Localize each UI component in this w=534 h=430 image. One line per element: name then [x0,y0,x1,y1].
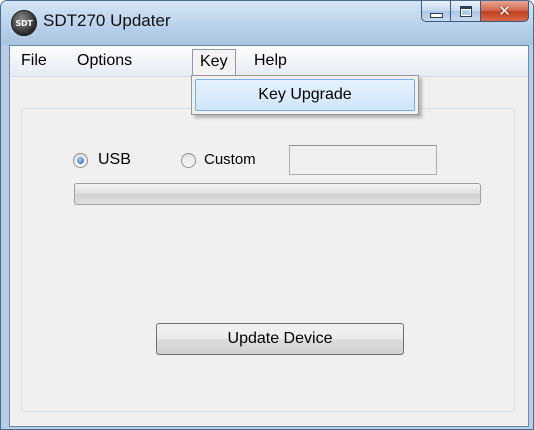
menu-options[interactable]: Options [70,49,139,72]
custom-radio-label[interactable]: Custom [204,151,256,169]
custom-port-input[interactable] [289,145,437,175]
menu-item-key-upgrade[interactable]: Key Upgrade [195,79,415,111]
update-progress-bar [74,183,481,205]
minimize-icon [429,12,443,18]
usb-radio[interactable] [73,153,88,168]
options-panel [21,108,515,412]
caption-buttons: ✕ [421,1,529,23]
menu-file[interactable]: File [14,49,54,72]
usb-radio-label[interactable]: USB [98,151,131,169]
menu-bar: File Options Key Help [10,46,528,77]
title-bar[interactable]: SDT SDT270 Updater ✕ [1,1,533,45]
custom-radio[interactable] [181,153,196,168]
close-button[interactable]: ✕ [481,1,529,22]
close-icon: ✕ [498,1,511,20]
menu-key[interactable]: Key [192,49,236,76]
update-device-button[interactable]: Update Device [156,323,404,355]
sdt-app-icon[interactable]: SDT [11,10,37,36]
app-window: SDT SDT270 Updater ✕ File Options Key He… [0,0,534,430]
client-area: File Options Key Help Key Upgrade USB Cu… [9,45,529,427]
maximize-icon [459,5,472,17]
minimize-button[interactable] [421,1,451,22]
window-title: SDT270 Updater [43,11,171,30]
menu-help[interactable]: Help [247,49,294,72]
key-menu-dropdown: Key Upgrade [191,75,419,115]
maximize-button[interactable] [451,1,481,22]
